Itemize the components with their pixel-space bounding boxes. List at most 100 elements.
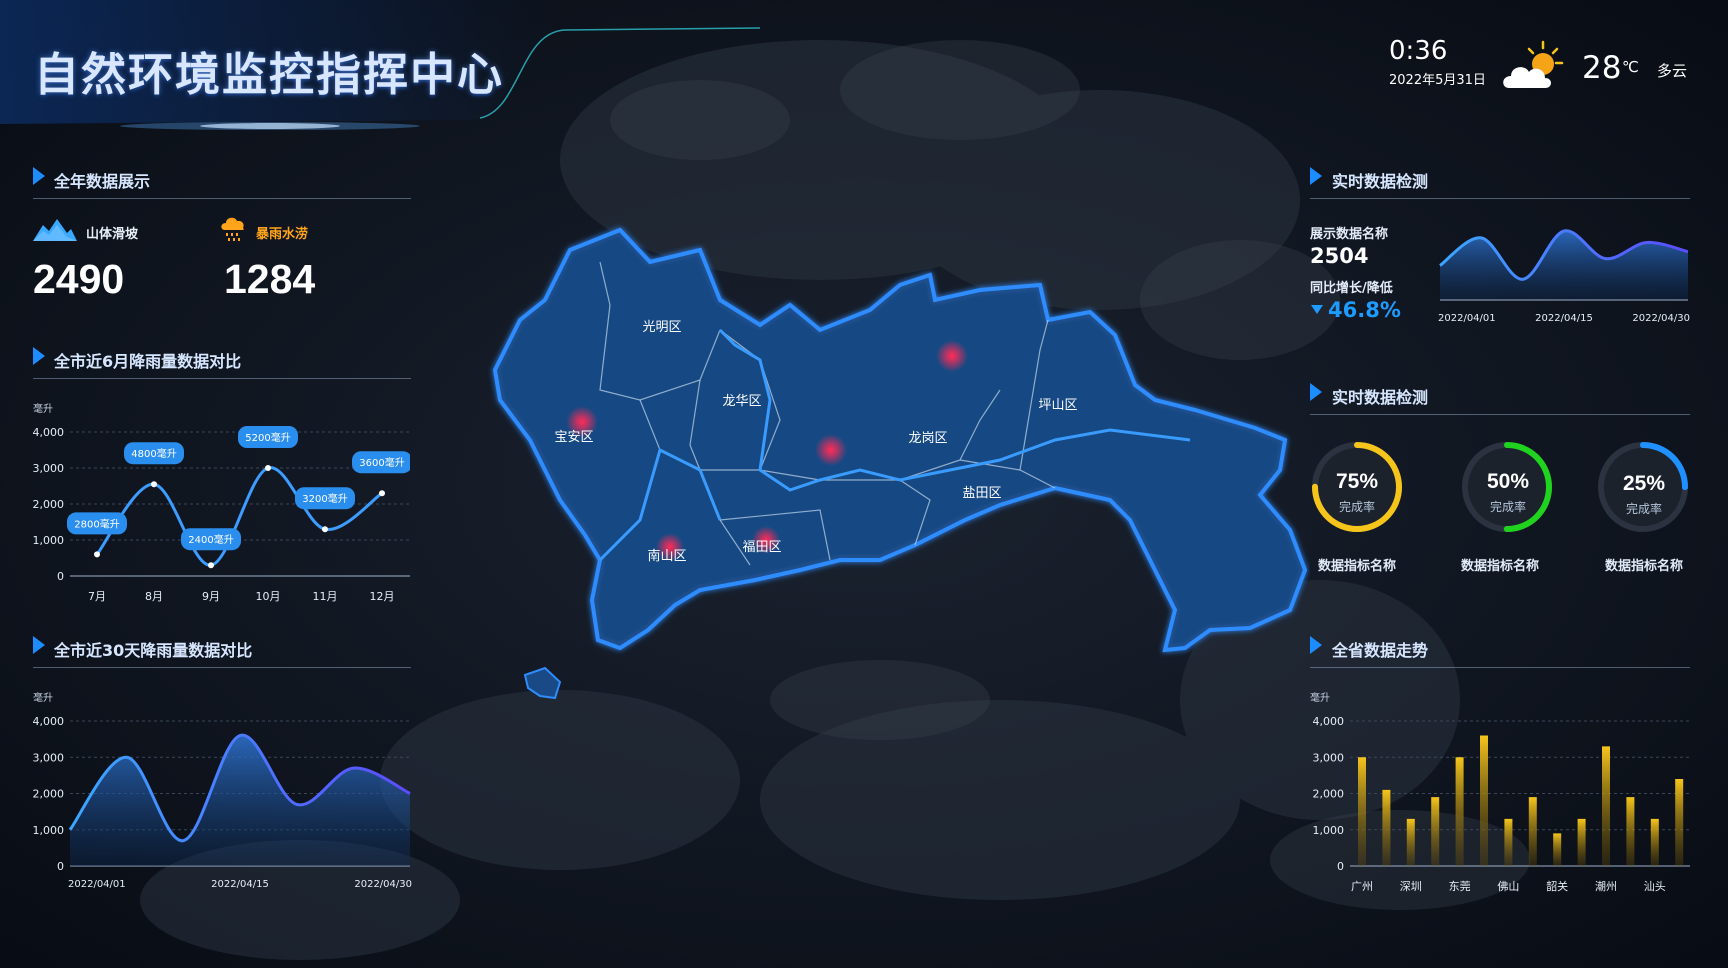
realtime-spark-chart[interactable]: 2022/04/01 2022/04/15 2022/04/30 xyxy=(1430,205,1700,330)
x-tick-label: 广州 xyxy=(1351,880,1373,893)
data-point[interactable] xyxy=(151,481,157,488)
bar[interactable] xyxy=(1528,797,1537,866)
section-title-rings: 实时数据检测 xyxy=(1332,388,1429,407)
ring-sublabel: 完成率 xyxy=(1489,500,1526,514)
x-tick-label: 2022/04/30 xyxy=(1632,313,1690,324)
section-marker-icon xyxy=(1310,383,1322,401)
ring-metric-name: 数据指标名称 xyxy=(1460,559,1539,574)
y-tick-label: 0 xyxy=(57,860,64,873)
section-divider xyxy=(33,667,411,668)
data-point[interactable] xyxy=(379,490,385,497)
section-title-annual: 全年数据展示 xyxy=(54,172,151,191)
data-label: 3200毫升 xyxy=(302,492,347,505)
y-tick-label: 1,000 xyxy=(33,534,65,547)
x-tick-label: 9月 xyxy=(202,590,220,603)
x-tick-label: 潮州 xyxy=(1595,879,1617,893)
x-tick-label: 2022/04/01 xyxy=(1438,313,1496,324)
mountain-icon xyxy=(33,219,77,241)
bar[interactable] xyxy=(1406,818,1415,866)
x-tick-label: 10月 xyxy=(256,590,281,603)
ring-sublabel: 完成率 xyxy=(1338,500,1375,514)
thirty-day-area-chart[interactable]: 0 1,000 2,000 3,000 4,000 2022/04/01 2022/04/1… xyxy=(20,695,415,895)
y-tick-label: 4,000 xyxy=(1313,715,1345,728)
ring-percent: 25% xyxy=(1622,472,1666,495)
y-tick-label: 4,000 xyxy=(33,426,65,439)
section-title-province: 全省数据走势 xyxy=(1332,641,1429,660)
data-point[interactable] xyxy=(322,526,328,533)
alert-hotspot[interactable] xyxy=(936,340,968,372)
bar[interactable] xyxy=(1504,818,1513,866)
y-tick-label: 0 xyxy=(57,570,64,583)
shenzhen-district-map[interactable]: 光明区 宝安区 龙华区 龙岗区 坪山区 盐田区 南山区 福田区 xyxy=(480,220,1310,700)
clock-time: 0:36 xyxy=(1389,36,1448,66)
y-tick-label: 2,000 xyxy=(33,498,65,511)
stat-value-rainstorm: 1284 xyxy=(224,256,316,302)
section-divider xyxy=(33,378,411,379)
data-label: 2400毫升 xyxy=(188,533,233,546)
bar[interactable] xyxy=(1675,779,1684,866)
bar[interactable] xyxy=(1650,818,1659,866)
bar[interactable] xyxy=(1577,818,1586,866)
y-tick-label: 1,000 xyxy=(1313,824,1345,837)
section-marker-icon xyxy=(33,347,45,365)
x-tick-label: 汕头 xyxy=(1644,880,1666,893)
y-tick-label: 3,000 xyxy=(33,751,65,764)
bar[interactable] xyxy=(1455,757,1464,866)
ring-metric-name: 数据指标名称 xyxy=(1317,559,1396,574)
realtime-value: 2504 xyxy=(1310,244,1369,268)
province-bar-chart[interactable]: 0 1,000 2,000 3,000 4,000 广州 深圳 东莞 佛山 韶关 潮州 汕头 xyxy=(1298,695,1698,895)
x-tick-label: 2022/04/15 xyxy=(1535,313,1593,324)
y-tick-label: 1,000 xyxy=(33,824,65,837)
section-marker-icon xyxy=(1310,167,1322,185)
alert-hotspot[interactable] xyxy=(815,434,847,466)
island xyxy=(523,666,562,700)
data-point[interactable] xyxy=(94,551,100,558)
bar[interactable] xyxy=(1553,833,1562,866)
stat-label-rainstorm: 暴雨水涝 xyxy=(256,227,309,242)
bar[interactable] xyxy=(1602,746,1610,866)
x-tick-label: 8月 xyxy=(145,590,163,603)
section-divider xyxy=(33,198,411,199)
ring-sublabel: 完成率 xyxy=(1625,502,1662,516)
stat-label-landslide: 山体滑坡 xyxy=(86,227,139,242)
section-title-realtime: 实时数据检测 xyxy=(1332,172,1429,191)
x-tick-label: 东莞 xyxy=(1449,880,1471,893)
district-label[interactable]: 盐田区 xyxy=(962,486,1001,501)
y-tick-label: 3,000 xyxy=(1313,751,1345,764)
data-label: 5200毫升 xyxy=(245,431,290,444)
realtime-change-value: 46.8% xyxy=(1328,298,1401,322)
temperature-unit: ℃ xyxy=(1622,58,1639,76)
rain-cloud-icon xyxy=(221,217,244,241)
data-point[interactable] xyxy=(208,562,214,569)
x-tick-label: 韶关 xyxy=(1546,879,1568,893)
y-tick-label: 4,000 xyxy=(33,715,65,728)
section-marker-icon xyxy=(1310,636,1322,654)
realtime-change-label: 同比增长/降低 xyxy=(1310,281,1393,296)
y-tick-label: 3,000 xyxy=(33,462,65,475)
y-tick-label: 2,000 xyxy=(33,788,65,801)
bar[interactable] xyxy=(1480,735,1488,867)
area-fill xyxy=(70,735,410,866)
bar[interactable] xyxy=(1382,789,1391,866)
realtime-name-label: 展示数据名称 xyxy=(1310,227,1389,242)
x-tick-label: 11月 xyxy=(313,590,338,603)
district-label[interactable]: 光明区 xyxy=(642,320,681,335)
bar[interactable] xyxy=(1431,797,1440,866)
down-arrow-icon xyxy=(1311,305,1323,314)
district-label[interactable]: 坪山区 xyxy=(1038,398,1077,413)
six-month-line-chart[interactable]: 0 1,000 2,000 3,000 4,000 7月 8月 9月 10月 11月 12月 2800… xyxy=(20,405,410,615)
district-label[interactable]: 宝安区 xyxy=(554,430,593,445)
ring-metric-name: 数据指标名称 xyxy=(1604,559,1683,574)
series-line xyxy=(95,466,383,567)
bar[interactable] xyxy=(1626,797,1635,866)
x-tick-label: 7月 xyxy=(88,590,106,603)
district-label[interactable]: 南山区 xyxy=(647,548,686,564)
district-label[interactable]: 龙华区 xyxy=(722,394,761,409)
district-label[interactable]: 龙岗区 xyxy=(908,431,947,446)
x-tick-label: 佛山 xyxy=(1497,880,1519,893)
district-label[interactable]: 福田区 xyxy=(742,540,781,555)
section-marker-icon xyxy=(33,636,45,654)
data-label: 4800毫升 xyxy=(131,447,176,460)
data-point[interactable] xyxy=(265,465,271,471)
bar[interactable] xyxy=(1358,757,1366,866)
